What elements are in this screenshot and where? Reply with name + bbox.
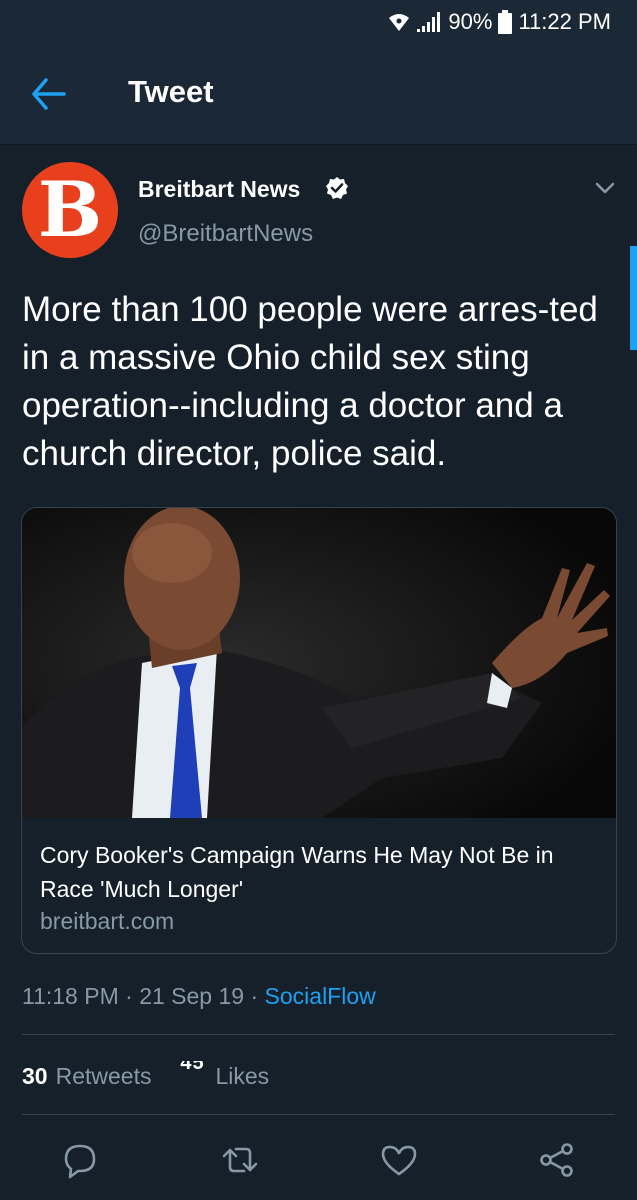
reply-icon[interactable]: [58, 1138, 102, 1182]
retweet-icon[interactable]: [218, 1138, 262, 1182]
tweet-time: 11:18 PM: [22, 983, 119, 1009]
likes-label[interactable]: Likes: [215, 1063, 269, 1090]
share-icon[interactable]: [535, 1138, 579, 1182]
author-name[interactable]: Breitbart News: [138, 176, 300, 203]
retweets-count[interactable]: 30: [22, 1063, 48, 1090]
divider: [22, 1034, 615, 1035]
tweet-date: 21 Sep 19: [139, 983, 245, 1009]
action-bar: [0, 1130, 637, 1190]
app-bar: Tweet: [0, 44, 637, 145]
link-card[interactable]: Cory Booker's Campaign Warns He May Not …: [21, 507, 617, 954]
avatar[interactable]: B: [22, 162, 118, 258]
author-handle[interactable]: @BreitbartNews: [138, 220, 313, 248]
likes-count[interactable]: 45: [177, 1061, 207, 1091]
retweets-label[interactable]: Retweets: [56, 1063, 152, 1090]
page-title: Tweet: [128, 74, 214, 109]
avatar-letter: B: [37, 165, 103, 254]
card-image: [22, 508, 616, 818]
meta-separator: ·: [125, 983, 133, 1009]
card-domain: breitbart.com: [40, 908, 175, 934]
card-title: Cory Booker's Campaign Warns He May Not …: [40, 842, 554, 902]
likes-count-value: 45: [180, 1061, 205, 1074]
divider: [22, 1114, 615, 1115]
verified-badge-icon: [325, 176, 349, 200]
tweet-source-link[interactable]: SocialFlow: [265, 983, 376, 1009]
signal-icon: [416, 11, 442, 33]
tweet-text: More than 100 people were arres-ted in a…: [22, 290, 598, 473]
battery-icon: [498, 10, 513, 34]
status-bar: 90% 11:22 PM: [0, 0, 637, 44]
chevron-down-icon[interactable]: [590, 177, 620, 201]
tweet-meta: 11:18 PM · 21 Sep 19 · SocialFlow: [22, 983, 376, 1010]
like-icon[interactable]: [377, 1138, 421, 1182]
battery-percent: 90%: [448, 9, 493, 34]
tweet-stats: 30 Retweets 45 Likes: [22, 1061, 269, 1091]
wifi-icon: [388, 12, 410, 32]
back-arrow-icon[interactable]: [30, 76, 70, 112]
scrollbar[interactable]: [630, 246, 637, 350]
clock: 11:22 PM: [518, 9, 611, 34]
meta-separator: ·: [250, 983, 259, 1009]
